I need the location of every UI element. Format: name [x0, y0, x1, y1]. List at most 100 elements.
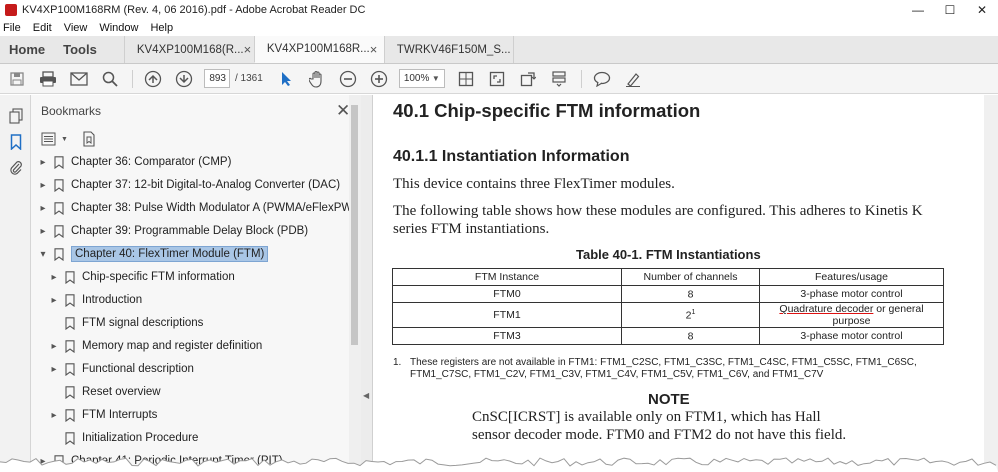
- column-header: FTM Instance: [392, 268, 622, 286]
- chevron-right-icon[interactable]: ▸: [38, 157, 48, 168]
- page-up-icon[interactable]: [142, 68, 164, 90]
- toolbar-separator: [132, 69, 133, 88]
- table-cell: FTM1: [392, 302, 622, 328]
- hand-icon[interactable]: [306, 68, 328, 90]
- toolbar: / 1361 100% ▼: [0, 64, 998, 94]
- column-header: Number of channels: [621, 268, 760, 286]
- zoom-select[interactable]: 100% ▼: [398, 69, 445, 88]
- bookmark-icon: [54, 247, 64, 261]
- zoom-in-icon[interactable]: [368, 68, 390, 90]
- bookmark-item[interactable]: ▸ Chapter 41: Periodic Interrupt Timer (P…: [38, 451, 283, 471]
- bookmark-icon: [65, 270, 75, 284]
- select-arrow-icon[interactable]: [275, 68, 297, 90]
- table-row: FTM0 8 3-phase motor control: [392, 285, 944, 303]
- bookmark-item[interactable]: FTM signal descriptions: [49, 313, 203, 333]
- chevron-right-icon[interactable]: ▸: [38, 180, 48, 191]
- bookmarks-toolbar: ▼: [41, 131, 96, 147]
- minimize-button[interactable]: —: [902, 0, 934, 20]
- scrollbar-thumb[interactable]: [351, 105, 358, 345]
- panel-splitter[interactable]: ◀: [361, 95, 373, 472]
- chevron-right-icon[interactable]: ▸: [49, 272, 59, 283]
- close-tab-icon[interactable]: ×: [244, 42, 252, 57]
- chevron-right-icon[interactable]: ▸: [49, 295, 59, 306]
- highlight-pen-icon[interactable]: [622, 68, 644, 90]
- section-heading: 40.1 Chip-specific FTM information: [393, 100, 701, 121]
- bookmarks-scrollbar[interactable]: [349, 95, 361, 472]
- footnote-number: 1.: [393, 357, 402, 368]
- table-cell: 21: [621, 302, 760, 328]
- navigation-rail: [0, 95, 31, 472]
- bookmark-item[interactable]: ▸ Functional description: [49, 359, 194, 379]
- scroll-mode-icon[interactable]: [548, 68, 570, 90]
- menu-window[interactable]: Window: [99, 22, 138, 34]
- comment-icon[interactable]: [591, 68, 613, 90]
- chevron-right-icon[interactable]: ▸: [38, 226, 48, 237]
- chevron-right-icon[interactable]: ▸: [49, 364, 59, 375]
- column-header: Features/usage: [759, 268, 944, 286]
- fullscreen-icon[interactable]: [486, 68, 508, 90]
- document-tab[interactable]: KV4XP100M168(R... ×: [123, 36, 254, 63]
- bookmark-item[interactable]: ▸ Introduction: [49, 290, 142, 310]
- chevron-down-icon[interactable]: ▾: [38, 249, 48, 260]
- save-icon[interactable]: [6, 68, 28, 90]
- bookmark-label: Chapter 39: Programmable Delay Block (PD…: [71, 225, 309, 237]
- maximize-button[interactable]: ☐: [934, 0, 966, 20]
- menu-view[interactable]: View: [64, 22, 88, 34]
- chevron-right-icon[interactable]: ▸: [38, 456, 48, 467]
- page-thumbnails-icon[interactable]: [0, 103, 31, 129]
- page-number-input[interactable]: [204, 69, 230, 88]
- bookmarks-panel-icon[interactable]: [0, 129, 31, 155]
- bookmark-item[interactable]: Reset overview: [49, 382, 161, 402]
- menu-edit[interactable]: Edit: [33, 22, 52, 34]
- bookmark-item[interactable]: ▾ Chapter 40: FlexTimer Module (FTM): [38, 244, 269, 264]
- table-row: FTM1 21 Quadrature decoder or general pu…: [392, 302, 944, 328]
- bookmark-item[interactable]: ▸ Chip-specific FTM information: [49, 267, 235, 287]
- document-tab-active[interactable]: KV4XP100M168R... ×: [253, 36, 384, 63]
- bookmark-label: Chapter 41: Periodic Interrupt Timer (PI…: [71, 455, 283, 467]
- email-icon[interactable]: [68, 68, 90, 90]
- table-cell: 3-phase motor control: [759, 327, 944, 345]
- fit-page-icon[interactable]: [455, 68, 477, 90]
- bookmark-item[interactable]: Initialization Procedure: [49, 428, 198, 448]
- collapse-panel-icon[interactable]: ◀: [363, 391, 369, 400]
- title-bar: KV4XP100M168RM (Rev. 4, 06 2016).pdf - A…: [0, 0, 998, 20]
- bookmark-item[interactable]: ▸ FTM Interrupts: [49, 405, 157, 425]
- print-icon[interactable]: [37, 68, 59, 90]
- bookmark-label: Chapter 38: Pulse Width Modulator A (PWM…: [71, 202, 353, 214]
- attachments-icon[interactable]: [0, 155, 31, 181]
- chevron-right-icon[interactable]: ▸: [49, 341, 59, 352]
- document-tab[interactable]: TWRKV46F150M_S...: [383, 36, 514, 63]
- chevron-right-icon[interactable]: ▸: [38, 203, 48, 214]
- tab-home[interactable]: Home: [0, 36, 54, 63]
- acrobat-app-icon: [5, 4, 17, 16]
- bookmark-label: Chapter 37: 12-bit Digital-to-Analog Con…: [71, 179, 341, 191]
- new-bookmark-icon[interactable]: [82, 131, 96, 147]
- bookmark-item[interactable]: ▸ Memory map and register definition: [49, 336, 262, 356]
- tab-tools[interactable]: Tools: [54, 36, 106, 63]
- page-down-icon[interactable]: [173, 68, 195, 90]
- bookmark-icon: [65, 316, 75, 330]
- bookmark-options-icon[interactable]: ▼: [41, 132, 68, 146]
- paragraph: series FTM instantiations.: [393, 221, 550, 237]
- footnote-ref[interactable]: 1: [691, 309, 695, 316]
- bookmark-label: Chapter 36: Comparator (CMP): [71, 156, 232, 168]
- chevron-right-icon[interactable]: ▸: [49, 410, 59, 421]
- table-cell: Quadrature decoder or general purpose: [759, 302, 944, 328]
- toolbar-separator: [580, 69, 582, 88]
- close-tab-icon[interactable]: ×: [370, 42, 378, 57]
- bookmark-item[interactable]: ▸ Chapter 36: Comparator (CMP): [38, 155, 231, 172]
- bookmark-label: Chip-specific FTM information: [82, 271, 235, 283]
- bookmark-item[interactable]: ▸ Chapter 38: Pulse Width Modulator A (PW…: [38, 198, 353, 218]
- menu-help[interactable]: Help: [150, 22, 173, 34]
- rotate-icon[interactable]: [517, 68, 539, 90]
- zoom-out-icon[interactable]: [337, 68, 359, 90]
- cell-value: 8: [687, 330, 694, 343]
- ftm-instantiations-table: FTM Instance Number of channels Features…: [392, 268, 944, 345]
- bookmark-item[interactable]: ▸ Chapter 39: Programmable Delay Block (P…: [38, 221, 308, 241]
- document-scrollbar[interactable]: [984, 95, 998, 472]
- bookmark-label: Initialization Procedure: [82, 432, 199, 444]
- search-icon[interactable]: [99, 68, 121, 90]
- menu-file[interactable]: File: [3, 22, 21, 34]
- close-window-button[interactable]: ✕: [966, 0, 998, 20]
- bookmark-item[interactable]: ▸ Chapter 37: 12-bit Digital-to-Analog Co…: [38, 175, 340, 195]
